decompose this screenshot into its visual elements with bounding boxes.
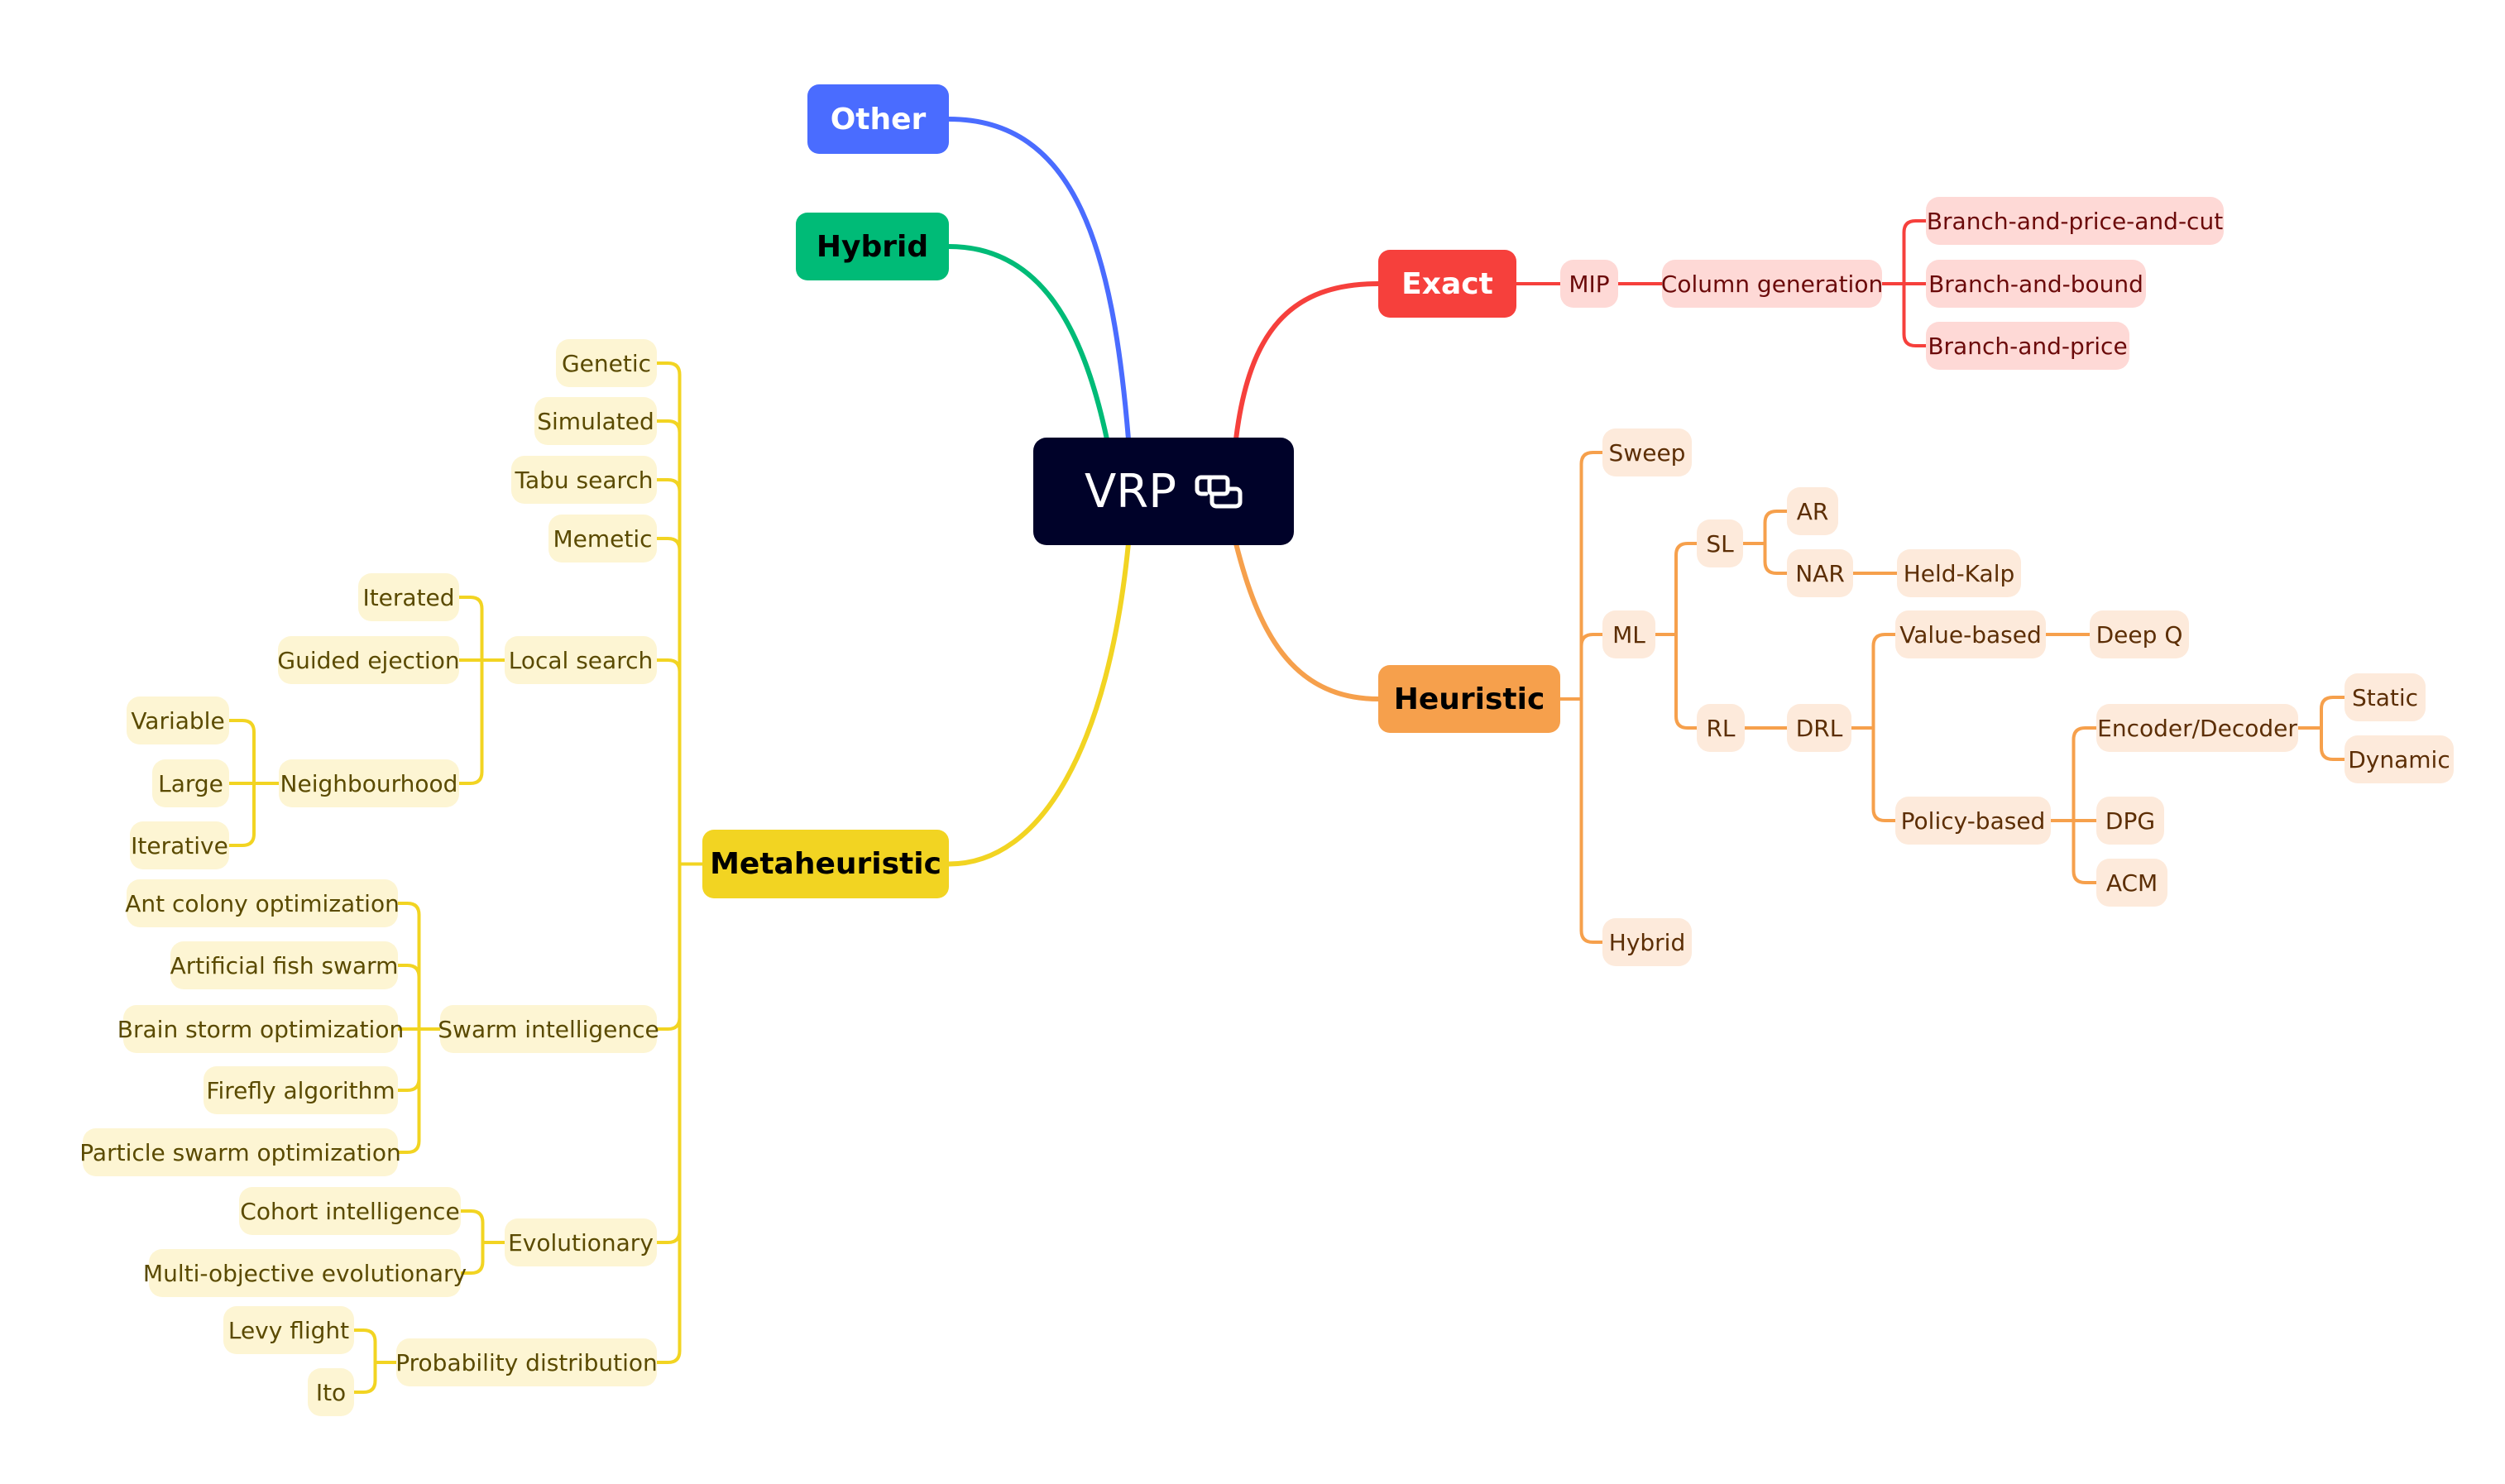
connector-heuristic-children-2 (1579, 697, 1604, 944)
root-label: VRP (1085, 464, 1176, 519)
node-tabu-search[interactable]: Tabu search (511, 456, 657, 504)
node-evolutionary[interactable]: Evolutionary (505, 1218, 657, 1266)
branch-exact[interactable]: Exact (1378, 250, 1516, 318)
node-local-search[interactable]: Local search (505, 636, 657, 684)
node-neighbourhood[interactable]: Neighbourhood (279, 759, 459, 807)
node-sweep[interactable]: Sweep (1602, 428, 1692, 476)
connector-sl-children-0 (1763, 510, 1789, 545)
node-swarm-intelligence[interactable]: Swarm intelligence (438, 1005, 659, 1053)
node-simulated[interactable]: Simulated (534, 397, 657, 445)
branch-heuristic[interactable]: Heuristic (1378, 665, 1560, 733)
node-branch-and-price[interactable]: Branch-and-price (1926, 322, 2129, 370)
node-levy-flight[interactable]: Levy flight (223, 1306, 354, 1354)
node-column-generation[interactable]: Column generation (1661, 260, 1883, 308)
node-mip[interactable]: MIP (1560, 260, 1618, 308)
node-held-kalp[interactable]: Held-Kalp (1897, 549, 2021, 597)
connector-nb-children-0 (228, 719, 256, 785)
node-nar[interactable]: NAR (1787, 549, 1853, 597)
connector-ls-children-0 (457, 596, 484, 662)
node-acm[interactable]: ACM (2096, 859, 2167, 907)
branch-other[interactable]: Other (807, 84, 949, 154)
node-iterative[interactable]: Iterative (130, 821, 229, 869)
node-multi-objective-evolutionary[interactable]: Multi-objective evolutionary (143, 1249, 467, 1297)
node-static[interactable]: Static (2345, 673, 2426, 721)
node-firefly-algorithm[interactable]: Firefly algorithm (204, 1066, 398, 1114)
connector-ml-children-0 (1674, 542, 1698, 636)
connector-evo-children-0 (459, 1209, 485, 1244)
connector-cg-children-0 (1902, 219, 1928, 285)
connector-drl-children-0 (1871, 633, 1897, 730)
connector-sl-children-1 (1763, 542, 1789, 575)
node-drl[interactable]: DRL (1787, 704, 1851, 752)
connector-hybrid (946, 244, 1109, 442)
connector-heuristic-children-1 (1579, 633, 1604, 701)
connector-meta-children-3 (655, 537, 682, 866)
connector-ed-children-0 (2320, 696, 2346, 730)
connector-exact (1233, 281, 1381, 442)
connector-pb-children-0 (2072, 726, 2098, 822)
node-ml[interactable]: ML (1602, 610, 1655, 658)
node-iterated[interactable]: Iterated (358, 573, 459, 621)
node-heuristic-hybrid[interactable]: Hybrid (1602, 918, 1692, 966)
node-policy-based[interactable]: Policy-based (1895, 797, 2051, 845)
connector-ed-children-1 (2320, 726, 2346, 761)
node-branch-and-price-and-cut[interactable]: Branch-and-price-and-cut (1926, 197, 2224, 245)
connector-cg-children-2 (1902, 282, 1928, 347)
branch-metaheuristic[interactable]: Metaheuristic (702, 830, 949, 898)
connector-nb-children-2 (228, 782, 256, 847)
connector-pd-children-1 (352, 1361, 377, 1394)
connector-meta-children-1 (655, 419, 682, 866)
connector-meta-children-4 (655, 658, 682, 866)
node-encoder-decoder[interactable]: Encoder/Decoder (2096, 704, 2298, 752)
node-dynamic[interactable]: Dynamic (2345, 735, 2454, 783)
connector-drl-children-1 (1871, 726, 1897, 822)
connector-heuristic (1233, 541, 1381, 701)
connector-meta-children-7 (655, 862, 682, 1364)
connector-meta-children-5 (655, 862, 682, 1031)
node-deep-q[interactable]: Deep Q (2090, 610, 2189, 658)
node-ito[interactable]: Ito (308, 1368, 354, 1416)
node-dpg[interactable]: DPG (2096, 797, 2164, 845)
connector-pd-children-0 (352, 1328, 377, 1364)
branch-hybrid[interactable]: Hybrid (796, 213, 949, 280)
connector-meta-children-6 (655, 862, 682, 1244)
node-variable[interactable]: Variable (127, 697, 229, 744)
node-particle-swarm-optimization[interactable]: Particle swarm optimization (79, 1128, 401, 1176)
root-node-vrp[interactable]: VRP (1033, 438, 1294, 545)
connector-meta-children-0 (655, 361, 682, 866)
node-large[interactable]: Large (152, 759, 229, 807)
node-guided-ejection[interactable]: Guided ejection (277, 636, 460, 684)
link-icon (1195, 475, 1243, 509)
connector-ml-children-1 (1674, 633, 1698, 730)
connector-metaheuristic (946, 541, 1131, 867)
node-rl[interactable]: RL (1697, 704, 1745, 752)
node-cohort-intelligence[interactable]: Cohort intelligence (239, 1187, 461, 1235)
connector-other (946, 117, 1131, 442)
connector-ls-children-2 (457, 658, 484, 785)
node-genetic[interactable]: Genetic (556, 339, 657, 387)
node-branch-and-bound[interactable]: Branch-and-bound (1926, 260, 2146, 308)
node-sl[interactable]: SL (1697, 519, 1743, 567)
node-ar[interactable]: AR (1787, 487, 1838, 535)
connector-heuristic-children-0 (1579, 451, 1604, 701)
node-ant-colony-optimization[interactable]: Ant colony optimization (125, 879, 400, 927)
node-brain-storm-optimization[interactable]: Brain storm optimization (117, 1005, 404, 1053)
node-probability-distribution[interactable]: Probability distribution (395, 1338, 658, 1386)
node-memetic[interactable]: Memetic (548, 515, 657, 562)
connector-pb-children-2 (2072, 819, 2098, 884)
node-value-based[interactable]: Value-based (1895, 610, 2046, 658)
node-artificial-fish-swarm[interactable]: Artificial fish swarm (170, 941, 398, 989)
